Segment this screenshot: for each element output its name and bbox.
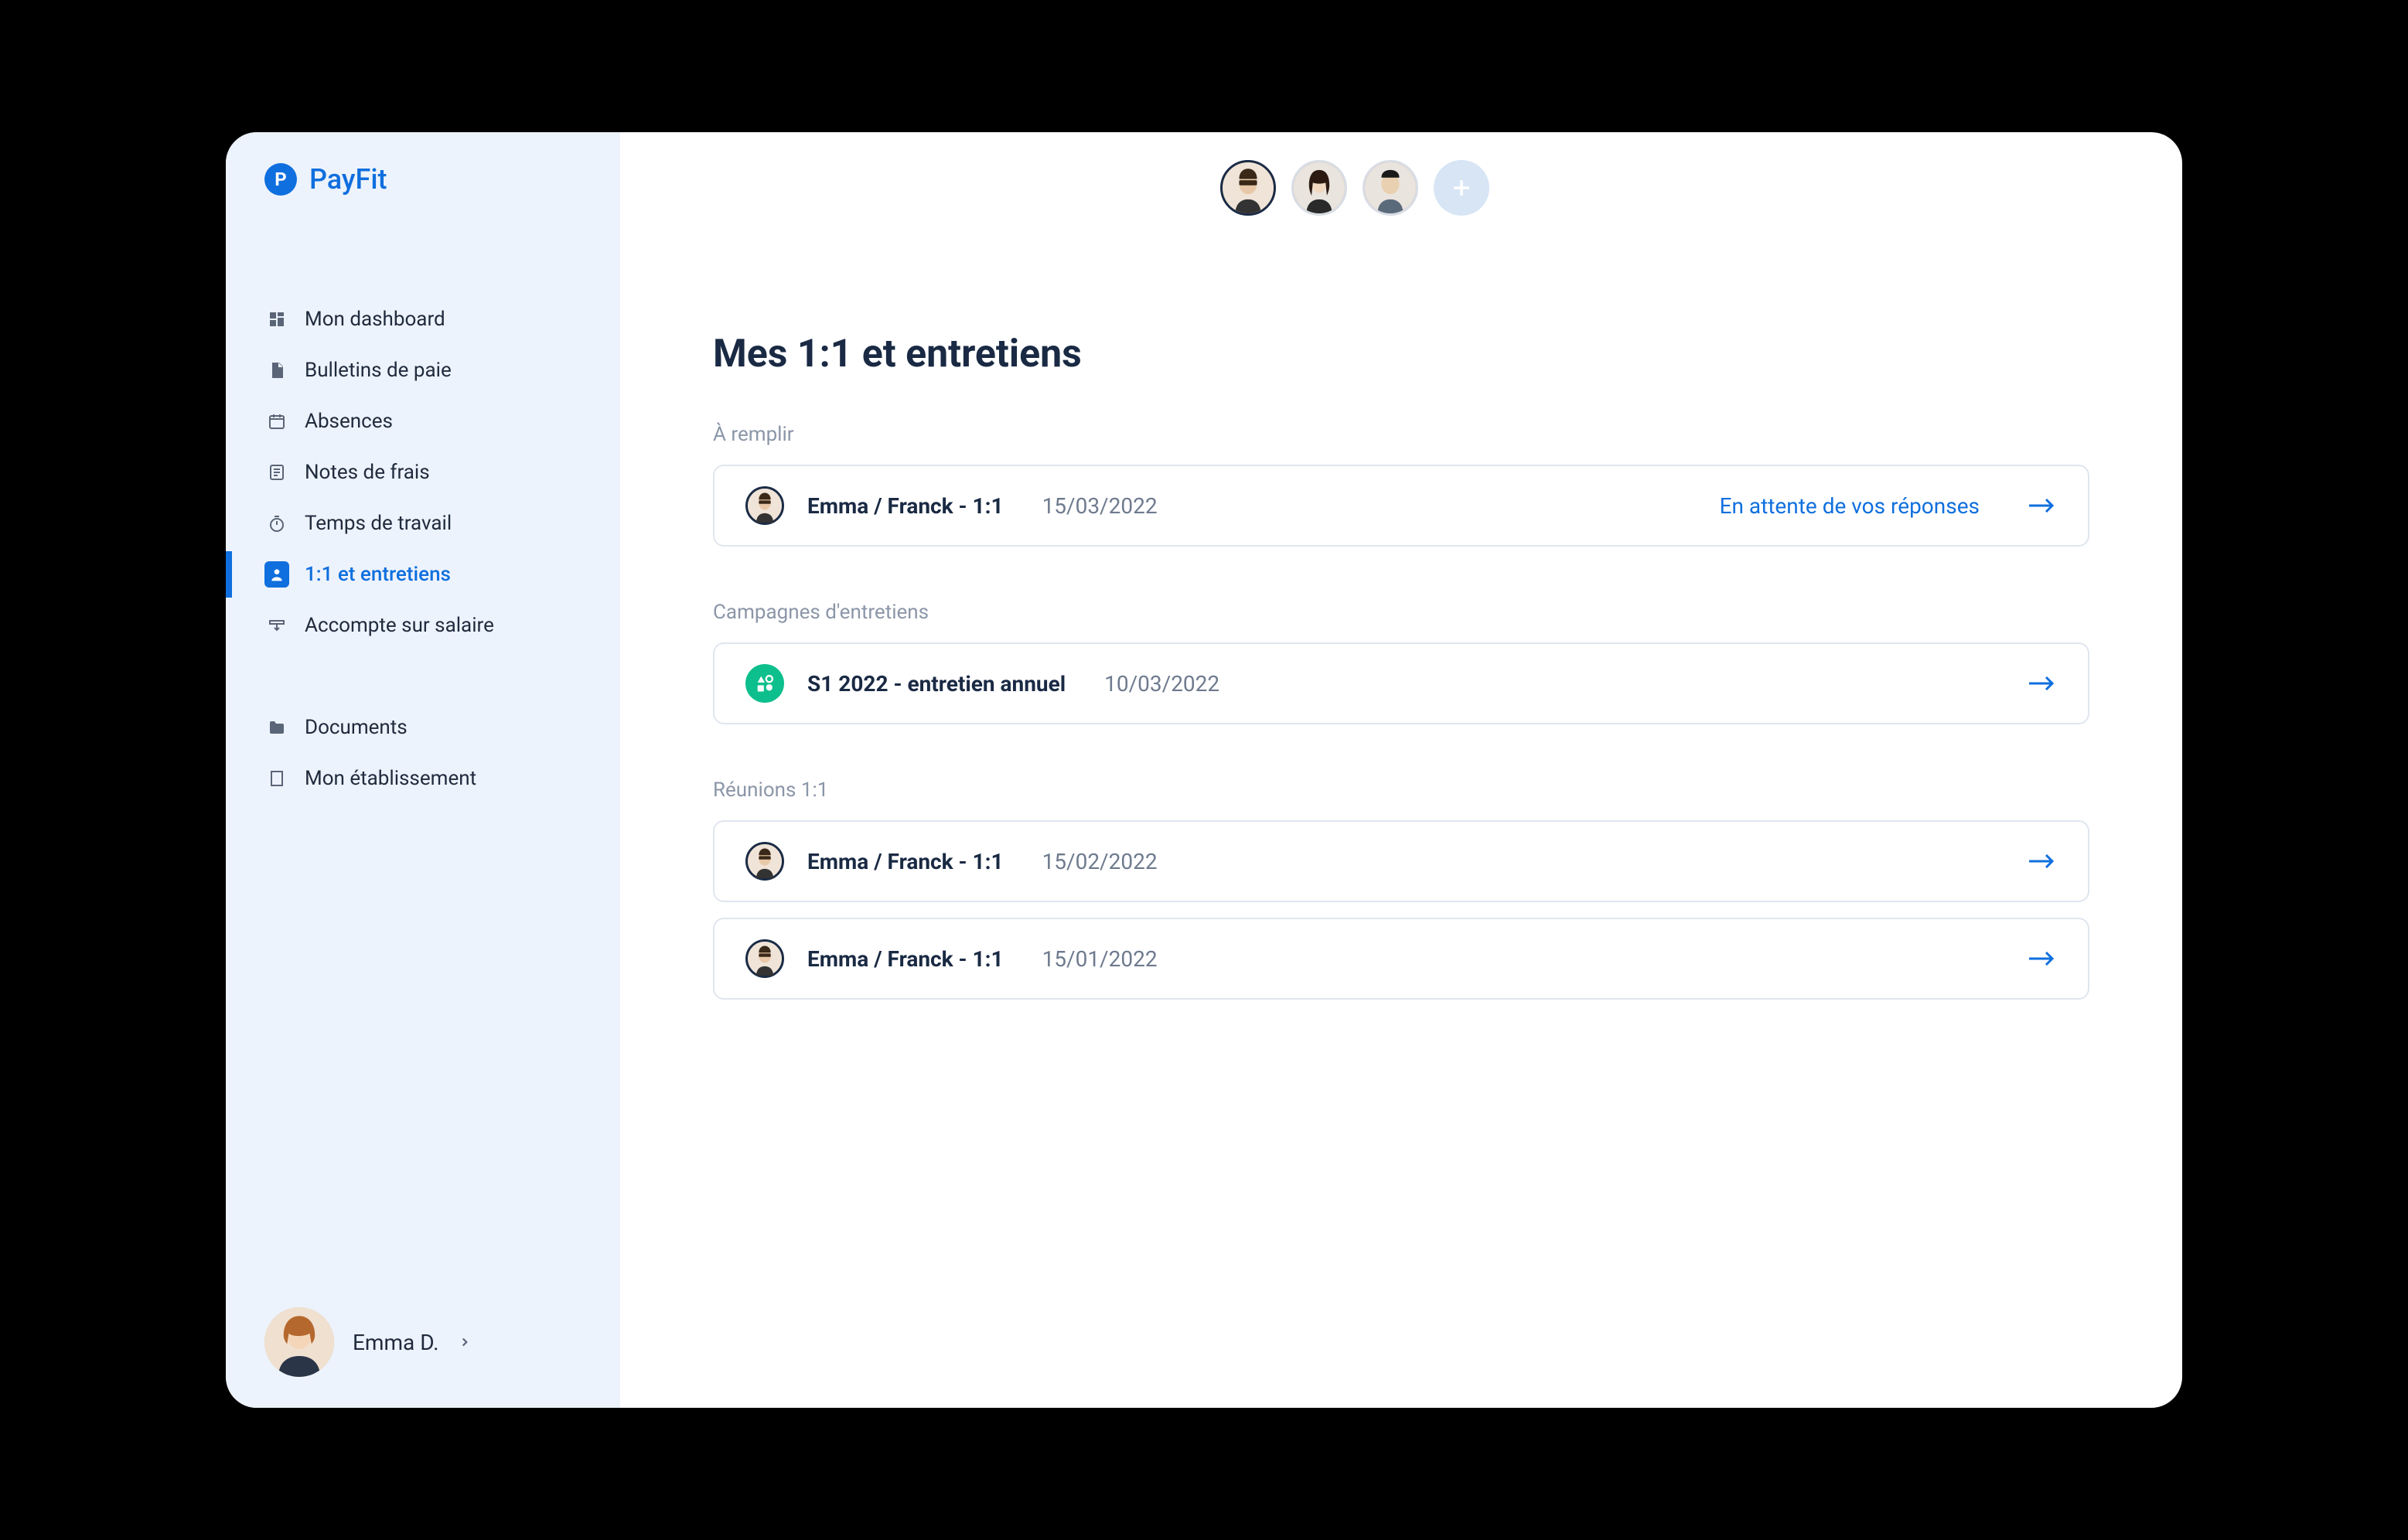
- meeting-date: 15/01/2022: [1042, 946, 1158, 972]
- meeting-card-past-2[interactable]: Emma / Franck - 1:1 15/01/2022: [713, 918, 2089, 1000]
- sidebar-item-label: Mon établissement: [305, 767, 476, 790]
- brand-logo[interactable]: P PayFit: [226, 163, 620, 196]
- sidebar-item-label: Accompte sur salaire: [305, 614, 494, 637]
- calendar-icon: [264, 409, 289, 434]
- arrow-right-icon: [2026, 948, 2057, 969]
- sidebar-item-worktime[interactable]: Temps de travail: [226, 500, 620, 547]
- sidebar-item-label: Bulletins de paie: [305, 359, 452, 382]
- sidebar-item-payslips[interactable]: Bulletins de paie: [226, 347, 620, 394]
- list-icon: [264, 460, 289, 485]
- section-label-meetings: Réunions 1:1: [713, 779, 2089, 802]
- nav-divider: [226, 653, 620, 700]
- building-icon: [264, 766, 289, 791]
- brand-name: PayFit: [309, 163, 387, 196]
- meeting-status: En attente de vos réponses: [1720, 493, 1980, 519]
- sidebar-item-label: Absences: [305, 410, 393, 433]
- sidebar-item-label: Mon dashboard: [305, 308, 445, 331]
- chevron-right-icon: [458, 1335, 472, 1349]
- user-name: Emma D.: [353, 1330, 439, 1355]
- person-icon: [264, 562, 289, 587]
- meeting-avatar: [745, 842, 784, 881]
- meeting-title: Emma / Franck - 1:1: [807, 849, 1004, 874]
- sidebar-item-one-on-ones[interactable]: 1:1 et entretiens: [226, 551, 620, 598]
- sidebar-item-dashboard[interactable]: Mon dashboard: [226, 296, 620, 342]
- meeting-title: Emma / Franck - 1:1: [807, 946, 1004, 972]
- primary-nav: Mon dashboard Bulletins de paie Absences…: [226, 296, 620, 802]
- sidebar-item-company[interactable]: Mon établissement: [226, 755, 620, 802]
- sidebar-item-label: Temps de travail: [305, 512, 452, 535]
- meeting-date: 15/03/2022: [1042, 493, 1158, 519]
- section-label-campaigns: Campagnes d'entretiens: [713, 601, 2089, 624]
- sidebar-item-expenses[interactable]: Notes de frais: [226, 449, 620, 496]
- main-content: Mes 1:1 et entretiens À remplir Emma / F…: [620, 132, 2182, 1408]
- arrow-right-icon: [2026, 673, 2057, 694]
- sidebar-item-documents[interactable]: Documents: [226, 704, 620, 751]
- sidebar: P PayFit Mon dashboard Bulletins de paie: [226, 132, 620, 1408]
- campaign-title: S1 2022 - entretien annuel: [807, 671, 1066, 697]
- campaign-icon: [745, 664, 784, 703]
- sidebar-item-absences[interactable]: Absences: [226, 398, 620, 445]
- people-switcher: [620, 160, 2089, 216]
- campaign-date: 10/03/2022: [1104, 671, 1219, 697]
- sidebar-item-label: Notes de frais: [305, 461, 430, 484]
- person-avatar-1[interactable]: [1220, 160, 1276, 216]
- meeting-date: 15/02/2022: [1042, 849, 1158, 874]
- app-window: P PayFit Mon dashboard Bulletins de paie: [226, 132, 2182, 1408]
- sidebar-item-advance[interactable]: Accompte sur salaire: [226, 602, 620, 649]
- meeting-avatar: [745, 486, 784, 525]
- sidebar-item-label: 1:1 et entretiens: [305, 563, 451, 586]
- sidebar-user[interactable]: Emma D.: [226, 1307, 620, 1377]
- user-avatar: [264, 1307, 334, 1377]
- sidebar-item-label: Documents: [305, 716, 408, 739]
- arrow-right-icon: [2026, 495, 2057, 516]
- campaign-card[interactable]: S1 2022 - entretien annuel 10/03/2022: [713, 642, 2089, 724]
- dashboard-icon: [264, 307, 289, 332]
- stopwatch-icon: [264, 511, 289, 536]
- folder-icon: [264, 715, 289, 740]
- person-avatar-3[interactable]: [1363, 160, 1418, 216]
- add-person-button[interactable]: [1434, 160, 1489, 216]
- person-avatar-2[interactable]: [1291, 160, 1347, 216]
- withdraw-icon: [264, 613, 289, 638]
- meeting-card-to-fill[interactable]: Emma / Franck - 1:1 15/03/2022 En attent…: [713, 465, 2089, 547]
- page-title: Mes 1:1 et entretiens: [713, 332, 2089, 376]
- section-label-to-fill: À remplir: [713, 423, 2089, 446]
- arrow-right-icon: [2026, 850, 2057, 872]
- file-icon: [264, 358, 289, 383]
- meeting-card-past-1[interactable]: Emma / Franck - 1:1 15/02/2022: [713, 820, 2089, 902]
- meeting-title: Emma / Franck - 1:1: [807, 493, 1004, 519]
- brand-mark: P: [264, 163, 297, 196]
- meeting-avatar: [745, 939, 784, 978]
